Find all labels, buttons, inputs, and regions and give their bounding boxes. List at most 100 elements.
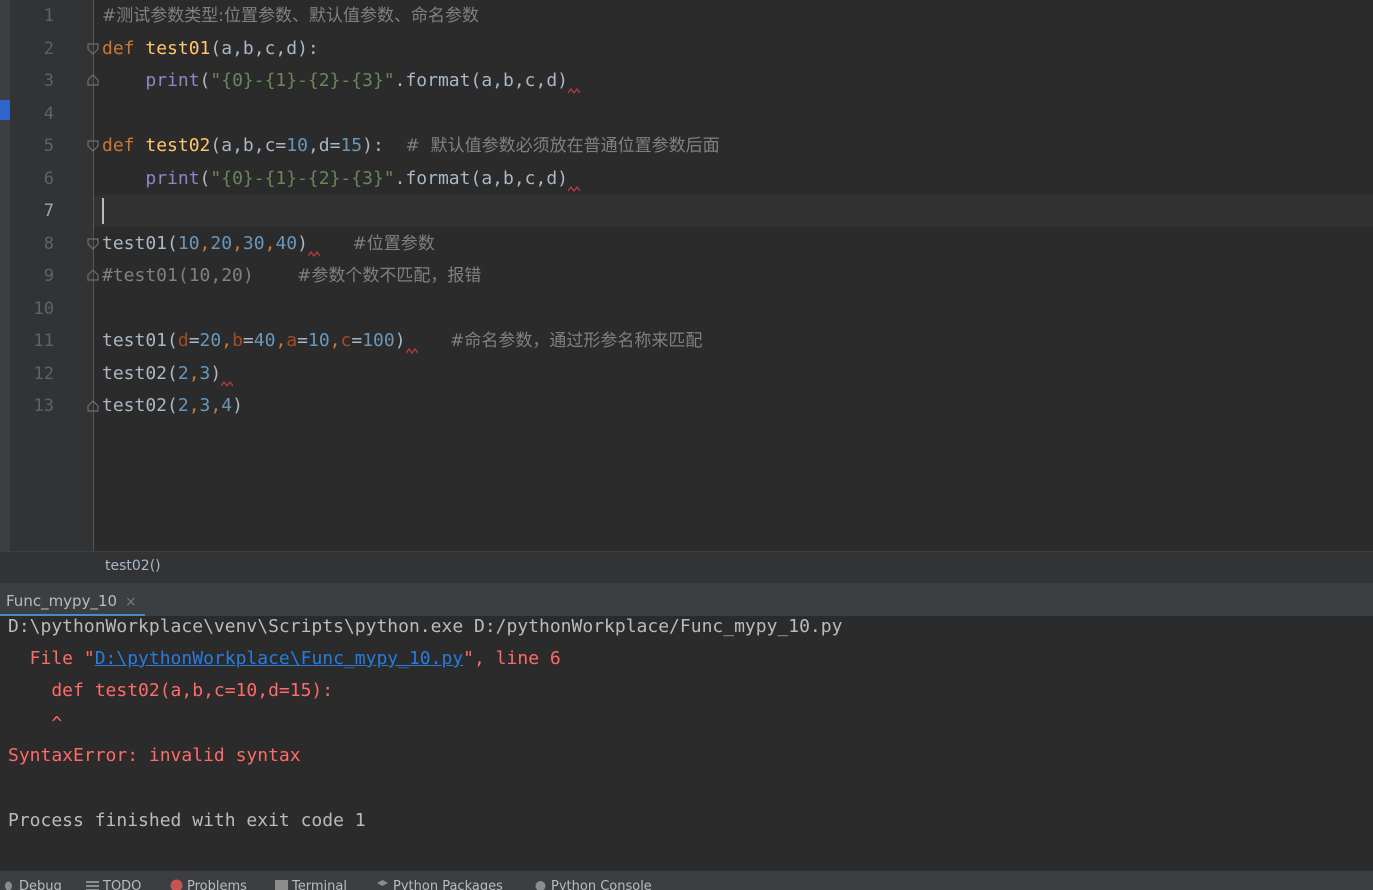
number: 30	[242, 233, 265, 254]
line-number: 1	[43, 6, 54, 26]
terminal-icon	[275, 880, 288, 890]
code-line-6[interactable]: print("{0}-{1}-{2}-{3}".format(a,b,c,d)	[102, 163, 581, 195]
named-arg: c	[340, 330, 352, 351]
terminal-label: Terminal	[292, 879, 347, 890]
named-arg: b	[232, 330, 243, 351]
run-console[interactable]: D:\pythonWorkplace\venv\Scripts\python.e…	[0, 616, 1373, 870]
number: 3	[199, 363, 211, 384]
fold-end-icon[interactable]	[86, 399, 100, 413]
breadcrumb[interactable]: test02()	[105, 558, 161, 574]
comment-text: # 默认值参数必须放在普通位置参数后面	[405, 136, 720, 156]
warning-squiggle-icon	[568, 88, 581, 94]
python-icon	[535, 881, 546, 890]
builtin-print: print	[145, 70, 200, 91]
number: 100	[362, 330, 395, 351]
close-icon[interactable]: ×	[125, 594, 137, 610]
problems-label: Problems	[187, 879, 247, 890]
todo-button[interactable]: TODO	[86, 873, 141, 890]
call: test01(	[102, 330, 178, 351]
line-number: 8	[43, 234, 54, 254]
python-packages-button[interactable]: Python Packages	[376, 873, 503, 890]
comment-text: #位置参数	[352, 234, 435, 254]
code-line-11[interactable]: test01(d=20,b=40,a=10,c=100) #命名参数，通过形参名…	[102, 325, 702, 357]
python-console-button[interactable]: Python Console	[534, 873, 652, 890]
project-tree-strip[interactable]	[0, 0, 10, 582]
line-number: 2	[43, 39, 54, 59]
traceback-suffix: ", line 6	[463, 648, 561, 669]
number: 10	[177, 233, 200, 254]
line-number: 9	[43, 266, 54, 286]
code-line-13[interactable]: test02(2,3,4)	[102, 390, 243, 422]
number: 40	[275, 233, 298, 254]
string-literal: "{0}-{1}-{2}-{3}"	[210, 70, 395, 91]
number: 20	[199, 330, 222, 351]
list-icon	[86, 881, 99, 890]
code-line-1[interactable]: #测试参数类型:位置参数、默认值参数、命名参数	[102, 0, 479, 32]
run-tab-bar: Func_mypy_10 ×	[0, 582, 1373, 617]
number: 4	[221, 395, 233, 416]
code-line-2[interactable]: def test01(a,b,c,d):	[102, 33, 319, 65]
line-number: 4	[43, 104, 54, 124]
fold-end-icon[interactable]	[86, 268, 100, 282]
keyword-def: def	[102, 38, 135, 59]
file-link[interactable]: D:\pythonWorkplace\Func_mypy_10.py	[95, 648, 463, 669]
fold-open-icon[interactable]	[86, 237, 100, 251]
commented-code: #test01(10,20)	[102, 265, 254, 286]
console-error-code: def test02(a,b,c=10,d=15):	[8, 680, 334, 701]
debug-button[interactable]: Debug	[2, 873, 62, 890]
code-line-8[interactable]: test01(10,20,30,40) #位置参数	[102, 228, 435, 260]
call: test01(	[102, 233, 178, 254]
line-number: 12	[33, 364, 54, 384]
code-line-12[interactable]: test02(2,3)	[102, 358, 234, 390]
number: 15	[340, 135, 363, 156]
params: ):	[362, 135, 384, 156]
warning-squiggle-icon	[405, 348, 418, 354]
warning-squiggle-icon	[221, 381, 234, 387]
line-number: 5	[43, 136, 54, 156]
named-arg: a	[286, 330, 298, 351]
string-literal: "{0}-{1}-{2}-{3}"	[210, 168, 395, 189]
call-close: )	[210, 363, 222, 384]
format-call: .format(a,b,c,d)	[394, 168, 569, 189]
params: (a,b,c,d):	[210, 38, 319, 59]
call-close: )	[297, 233, 308, 254]
code-editor[interactable]: 1 2 3 4 5 6 7 8 9 10 11 12 13 #测试参数类型:位置…	[10, 0, 1373, 551]
terminal-button[interactable]: Terminal	[275, 873, 347, 890]
python-console-label: Python Console	[551, 879, 652, 890]
console-error-caret: ^	[8, 713, 63, 734]
console-traceback-file: File "D:\pythonWorkplace\Func_mypy_10.py…	[8, 645, 561, 673]
tool-window-bar: Debug TODO Problems Terminal Python Pack…	[0, 870, 1373, 890]
line-number-current: 7	[43, 201, 54, 221]
fold-end-icon[interactable]	[86, 73, 100, 87]
packages-icon	[377, 880, 388, 886]
warning-squiggle-icon	[307, 251, 320, 257]
fold-open-icon[interactable]	[86, 42, 100, 56]
console-error-message: SyntaxError: invalid syntax	[8, 745, 301, 766]
function-name: test01	[145, 38, 211, 59]
traceback-prefix: File "	[8, 648, 95, 669]
code-line-3[interactable]: print("{0}-{1}-{2}-{3}".format(a,b,c,d)	[102, 65, 581, 97]
code-line-9[interactable]: #test01(10,20) #参数个数不匹配，报错	[102, 260, 481, 292]
debug-label: Debug	[19, 879, 62, 890]
comment-text: #参数个数不匹配，报错	[297, 266, 482, 286]
comment-text: #测试参数类型:位置参数、默认值参数、命名参数	[102, 6, 479, 26]
line-number: 6	[43, 169, 54, 189]
tab-run-config[interactable]: Func_mypy_10 ×	[0, 583, 145, 617]
number: 2	[177, 363, 189, 384]
code-line-5[interactable]: def test02(a,b,c=10,d=15): # 默认值参数必须放在普通…	[102, 130, 720, 162]
selected-tree-item[interactable]	[0, 100, 10, 120]
comment-text: #命名参数，通过形参名称来匹配	[450, 331, 703, 351]
format-call: .format(a,b,c,d)	[394, 70, 569, 91]
text-caret	[102, 198, 104, 224]
number: 40	[253, 330, 276, 351]
call-close: )	[394, 330, 406, 351]
breadcrumb-bar: test02()	[0, 551, 1373, 582]
fold-open-icon[interactable]	[86, 139, 100, 153]
bug-icon	[5, 881, 12, 890]
problems-button[interactable]: Problems	[170, 873, 247, 890]
function-name: test02	[145, 135, 211, 156]
error-icon	[170, 879, 183, 890]
builtin-print: print	[145, 168, 200, 189]
line-number: 13	[33, 396, 54, 416]
number: 3	[199, 395, 211, 416]
